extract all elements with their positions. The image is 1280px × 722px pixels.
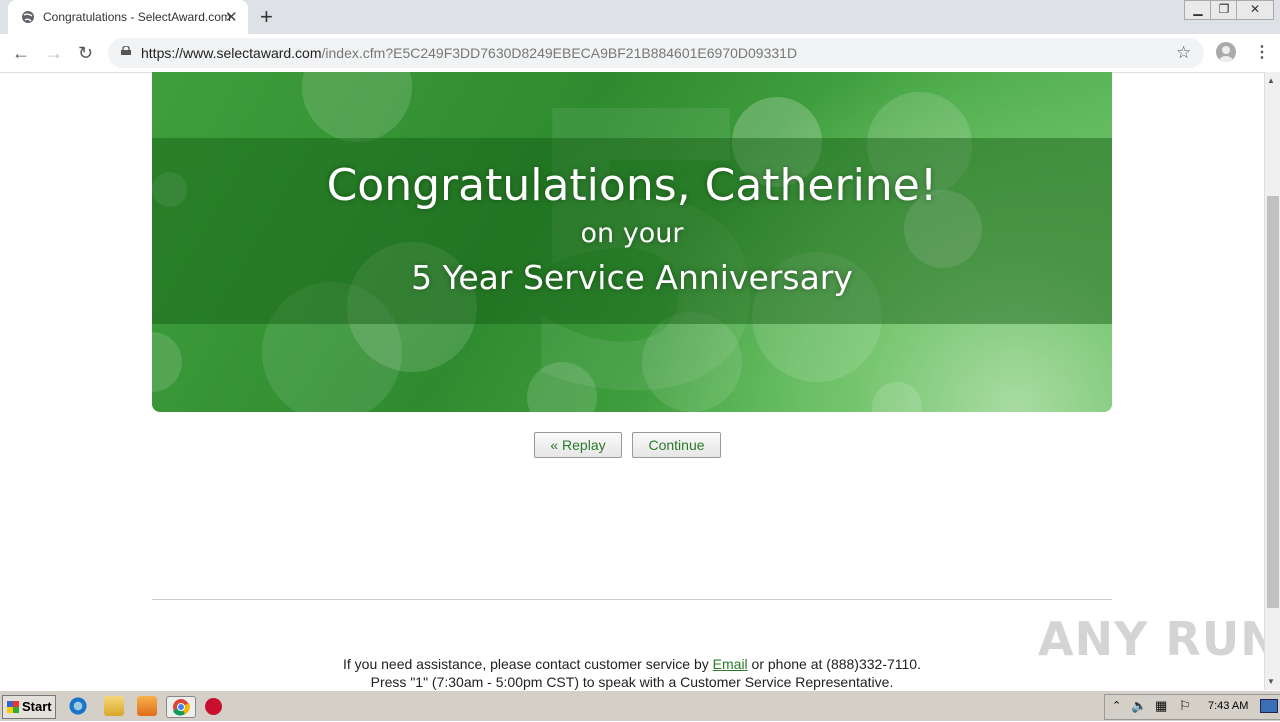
start-label: Start [22, 699, 52, 714]
footer-phone-text: or phone at (888)332-7110. [747, 656, 921, 672]
url-path: /index.cfm?E5C249F3DD7630D8249EBECA9BF21… [321, 45, 798, 61]
page-scrollbar[interactable]: ▲ ▼ [1264, 72, 1280, 690]
profile-avatar-icon[interactable] [1216, 42, 1236, 62]
scroll-down-icon[interactable]: ▼ [1267, 677, 1275, 686]
file-explorer-icon[interactable] [104, 696, 124, 716]
media-player-icon[interactable] [137, 696, 157, 716]
reload-icon[interactable]: ↻ [78, 43, 93, 64]
tab-close-icon[interactable]: ✕ [225, 8, 238, 26]
bokeh-circle [872, 382, 922, 412]
globe-icon [22, 11, 34, 23]
url-text[interactable]: https://www.selectaward.com/index.cfm?E5… [141, 45, 797, 61]
address-bar[interactable]: https://www.selectaward.com/index.cfm?E5… [108, 38, 1204, 68]
new-tab-button[interactable]: + [260, 4, 273, 30]
scroll-thumb[interactable] [1267, 196, 1279, 608]
tab-title: Congratulations - SelectAward.com [43, 10, 231, 24]
windows-taskbar: Start ⌃ 🔈 ▦ ⚐ 7:43 AM [0, 690, 1280, 721]
bokeh-circle [302, 72, 412, 142]
footer-assistance-line: If you need assistance, please contact c… [152, 656, 1112, 672]
system-tray: ⌃ 🔈 ▦ ⚐ [1104, 694, 1280, 720]
action-center-flag-icon[interactable]: ⚐ [1179, 698, 1191, 714]
close-window-icon[interactable]: ✕ [1236, 0, 1274, 20]
scroll-up-icon[interactable]: ▲ [1267, 76, 1275, 85]
footer-text: If you need assistance, please contact c… [343, 656, 713, 672]
browser-toolbar: ← → ↻ https://www.selectaward.com/index.… [0, 34, 1280, 73]
internet-explorer-icon[interactable] [68, 696, 88, 716]
menu-kebab-icon[interactable]: ⋮ [1254, 42, 1270, 62]
network-icon[interactable]: ▦ [1155, 698, 1167, 714]
bokeh-circle [152, 332, 182, 392]
continue-button[interactable]: Continue [632, 432, 721, 458]
restore-icon[interactable]: ❐ [1210, 0, 1238, 20]
tray-expand-icon[interactable]: ⌃ [1112, 699, 1121, 712]
on-your-text: on your [580, 218, 684, 249]
browser-tab[interactable]: Congratulations - SelectAward.com ✕ [8, 0, 248, 34]
volume-icon[interactable]: 🔈 [1131, 698, 1147, 714]
congratulations-headline: Congratulations, Catherine! [326, 160, 938, 211]
footer-press-line: Press "1" (7:30am - 5:00pm CST) to speak… [370, 674, 894, 690]
start-button[interactable]: Start [2, 695, 56, 719]
congratulations-banner: 5 Congratulations, Catherine! on your 5 … [152, 72, 1112, 412]
url-domain: https://www.selectaward.com [141, 45, 322, 61]
back-icon[interactable]: ← [12, 43, 30, 64]
tab-strip: Congratulations - SelectAward.com ✕ + ▁ … [0, 0, 1280, 34]
bookmark-star-icon[interactable]: ☆ [1176, 43, 1191, 63]
footer-divider [152, 599, 1112, 600]
opera-stop-icon[interactable] [205, 698, 222, 715]
bokeh-circle [642, 312, 742, 412]
anyrun-watermark: ANY RUN [1038, 612, 1280, 666]
lock-icon [121, 46, 131, 55]
windows-flag-icon [7, 701, 19, 713]
minimize-icon[interactable]: ▁ [1184, 0, 1212, 20]
show-desktop-icon[interactable] [1260, 699, 1278, 713]
anniversary-title: 5 Year Service Anniversary [411, 258, 853, 297]
replay-button[interactable]: « Replay [534, 432, 622, 458]
email-link[interactable]: Email [713, 656, 748, 672]
forward-icon[interactable]: → [45, 43, 63, 64]
taskbar-clock[interactable]: 7:43 AM [1208, 700, 1248, 712]
chrome-taskbar-button[interactable] [166, 696, 196, 718]
